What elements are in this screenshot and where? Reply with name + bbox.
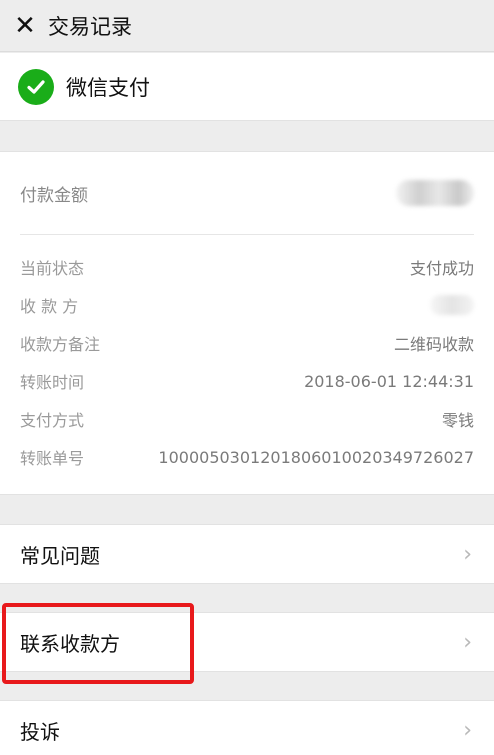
menu-item-complaint[interactable]: 投诉 › — [0, 700, 494, 755]
info-row-remark: 收款方备注 二维码收款 — [0, 324, 494, 362]
merchant-header: 微信支付 — [0, 53, 494, 121]
remark-value: 二维码收款 — [393, 335, 474, 354]
info-row-time: 转账时间 2018-06-01 12:44:31 — [0, 362, 494, 400]
contact-payee-label: 联系收款方 — [20, 631, 120, 656]
amount-row: 付款金额 — [0, 152, 494, 234]
transaction-details: 付款金额 当前状态 支付成功 收 款 方 收款方备注 二维码收款 转账时间 20… — [0, 151, 494, 495]
page-title: 交易记录 — [48, 14, 132, 39]
info-row-method: 支付方式 零钱 — [0, 400, 494, 438]
top-bar: ✕ 交易记录 — [0, 0, 494, 52]
status-label: 当前状态 — [20, 259, 85, 278]
amount-value-obscured — [396, 180, 474, 206]
status-value: 支付成功 — [409, 259, 474, 278]
wechat-pay-icon — [18, 68, 54, 105]
time-value: 2018-06-01 12:44:31 — [304, 371, 474, 391]
method-label: 支付方式 — [20, 411, 85, 430]
divider — [20, 234, 474, 235]
chevron-right-icon: › — [463, 541, 472, 567]
payee-label: 收 款 方 — [20, 297, 79, 316]
complaint-label: 投诉 — [20, 719, 60, 744]
remark-label: 收款方备注 — [20, 335, 101, 354]
time-label: 转账时间 — [20, 373, 85, 392]
order-value: 1000050301201806010020349726027 — [158, 447, 474, 467]
amount-label: 付款金额 — [20, 185, 88, 206]
menu-item-contact-payee[interactable]: 联系收款方 › — [0, 612, 494, 672]
chevron-right-icon: › — [463, 629, 472, 655]
menu-item-faq[interactable]: 常见问题 › — [0, 524, 494, 584]
info-row-order: 转账单号 1000050301201806010020349726027 — [0, 438, 494, 476]
chevron-right-icon: › — [463, 717, 472, 743]
info-list: 当前状态 支付成功 收 款 方 收款方备注 二维码收款 转账时间 2018-06… — [0, 248, 494, 476]
info-row-status: 当前状态 支付成功 — [0, 248, 494, 286]
method-value: 零钱 — [441, 411, 474, 430]
merchant-name: 微信支付 — [66, 75, 150, 100]
payee-value-obscured — [430, 295, 474, 315]
info-row-payee: 收 款 方 — [0, 286, 494, 324]
order-label: 转账单号 — [20, 449, 85, 468]
faq-label: 常见问题 — [20, 543, 100, 568]
close-icon[interactable]: ✕ — [0, 0, 46, 52]
